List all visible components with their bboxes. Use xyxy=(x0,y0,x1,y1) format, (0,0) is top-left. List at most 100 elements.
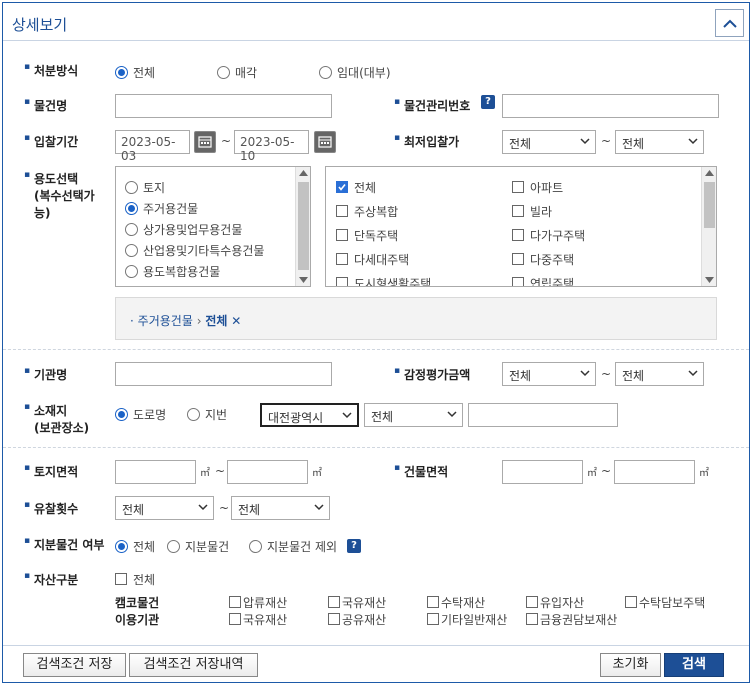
building-area-to-input[interactable] xyxy=(614,460,695,484)
asset-checkbox[interactable] xyxy=(427,596,439,608)
category-radio-commercial[interactable] xyxy=(125,223,138,236)
asset-checkbox[interactable] xyxy=(526,613,538,625)
scrollbar[interactable] xyxy=(701,167,716,286)
subtype-checkbox[interactable] xyxy=(336,253,348,265)
bid-end-date-input[interactable]: 2023-05-10 xyxy=(234,130,309,163)
land-area-label: 토지면적 xyxy=(24,463,78,480)
subtype-checkbox[interactable] xyxy=(512,253,524,265)
chevron-up-icon xyxy=(722,19,737,28)
subtype-checkbox[interactable] xyxy=(512,205,524,217)
min-bid-from-select[interactable]: 전체 xyxy=(502,130,596,154)
subtype-checkbox[interactable] xyxy=(336,229,348,241)
subtype-label: 도시형생활주택 xyxy=(354,277,432,287)
selected-usage-area: · 주거용건물 › 전체 ✕ xyxy=(115,297,717,340)
range-tilde: ~ xyxy=(601,367,612,381)
disposal-option-sale: 매각 xyxy=(235,66,258,80)
district-select[interactable]: 전체 xyxy=(364,403,463,427)
city-select[interactable]: 대전광역시 xyxy=(260,403,359,427)
selected-usage-tag[interactable]: · 주거용건물 › 전체 ✕ xyxy=(130,312,241,329)
asset-checkbox[interactable] xyxy=(328,613,340,625)
subtype-label: 아파트 xyxy=(530,181,564,195)
section-divider xyxy=(3,349,749,350)
scroll-up-arrow-icon[interactable] xyxy=(299,170,308,176)
save-history-button[interactable]: 검색조건 저장내역 xyxy=(129,653,258,677)
collapse-button[interactable] xyxy=(715,9,744,37)
building-area-label: 건물면적 xyxy=(394,463,448,480)
location-detail-input[interactable] xyxy=(468,403,618,427)
asset-option: 기타일반재산 xyxy=(441,613,508,627)
category-radio-residential[interactable] xyxy=(125,202,138,215)
asset-checkbox-all[interactable] xyxy=(115,573,127,585)
min-bid-to-select[interactable]: 전체 xyxy=(615,130,704,154)
disposal-radio-sale[interactable] xyxy=(217,66,230,79)
subtype-checkbox[interactable] xyxy=(336,205,348,217)
asset-checkbox[interactable] xyxy=(526,596,538,608)
item-name-input[interactable] xyxy=(115,94,332,118)
land-area-from-input[interactable] xyxy=(115,460,196,484)
usage-category-list[interactable]: 토지 주거용건물 상가용및업무용건물 산업용및기타특수용건물 용도복합용건물 xyxy=(115,166,311,287)
category-land: 토지 xyxy=(143,181,166,195)
appraisal-to-select[interactable]: 전체 xyxy=(615,362,704,386)
subtype-checkbox[interactable] xyxy=(336,277,348,286)
scroll-up-arrow-icon[interactable] xyxy=(705,170,714,176)
chevron-down-icon xyxy=(580,138,590,145)
asset-option: 수탁재산 xyxy=(441,596,486,610)
appraisal-from-select[interactable]: 전체 xyxy=(502,362,596,386)
share-radio-exclude[interactable] xyxy=(249,540,262,553)
location-radio-road[interactable] xyxy=(115,408,128,421)
check-icon xyxy=(338,184,346,191)
scrollbar[interactable] xyxy=(295,167,310,286)
building-area-from-input[interactable] xyxy=(502,460,583,484)
scroll-down-arrow-icon[interactable] xyxy=(705,277,714,283)
location-option-lot: 지번 xyxy=(205,408,228,422)
close-icon[interactable]: ✕ xyxy=(231,314,241,328)
agency-input[interactable] xyxy=(115,362,332,386)
item-number-input[interactable] xyxy=(502,94,719,118)
usage-subtype-list[interactable]: 전체 주상복합 단독주택 다세대주택 도시형생활주택 아파트 빌라 다가구주택 … xyxy=(325,166,717,287)
select-value: 전체 xyxy=(622,137,645,151)
search-button[interactable]: 검색 xyxy=(664,653,724,677)
fail-count-to-select[interactable]: 전체 xyxy=(231,496,330,520)
help-icon[interactable]: ? xyxy=(347,539,361,553)
subtype-label: 단독주택 xyxy=(354,229,399,243)
subtype-checkbox-all[interactable] xyxy=(336,181,348,193)
category-radio-industrial[interactable] xyxy=(125,244,138,257)
chevron-down-icon xyxy=(314,504,324,511)
breadcrumb-arrow: › xyxy=(196,314,202,328)
asset-checkbox[interactable] xyxy=(328,596,340,608)
chevron-down-icon xyxy=(198,504,208,511)
asset-checkbox[interactable] xyxy=(625,596,637,608)
disposal-radio-lease[interactable] xyxy=(319,66,332,79)
subtype-checkbox[interactable] xyxy=(512,277,524,286)
bid-start-date-input[interactable]: 2023-05-03 xyxy=(115,130,190,163)
category-radio-land[interactable] xyxy=(125,181,138,194)
reset-button[interactable]: 초기화 xyxy=(600,653,661,677)
share-radio-share[interactable] xyxy=(167,540,180,553)
scrollbar-thumb[interactable] xyxy=(704,182,715,228)
fail-count-from-select[interactable]: 전체 xyxy=(115,496,214,520)
save-condition-button[interactable]: 검색조건 저장 xyxy=(23,653,126,677)
asset-option: 공유재산 xyxy=(342,613,387,627)
location-radio-lot[interactable] xyxy=(187,408,200,421)
subtype-label: 주상복합 xyxy=(354,205,399,219)
asset-checkbox[interactable] xyxy=(229,596,241,608)
scroll-down-arrow-icon[interactable] xyxy=(299,277,308,283)
select-value: 전체 xyxy=(622,369,645,383)
calendar-icon[interactable] xyxy=(194,131,216,153)
category-radio-mixed[interactable] xyxy=(125,265,138,278)
asset-checkbox[interactable] xyxy=(427,613,439,625)
disposal-radio-all[interactable] xyxy=(115,66,128,79)
bid-period-label: 입찰기간 xyxy=(24,133,78,150)
usage-label: 용도선택 xyxy=(24,170,78,187)
share-radio-all[interactable] xyxy=(115,540,128,553)
subtype-checkbox[interactable] xyxy=(512,229,524,241)
subtype-checkbox[interactable] xyxy=(512,181,524,193)
calendar-icon[interactable] xyxy=(314,131,336,153)
subtype-label: 다중주택 xyxy=(530,253,575,267)
scrollbar-thumb[interactable] xyxy=(298,182,309,270)
asset-checkbox[interactable] xyxy=(229,613,241,625)
panel-header: 상세보기 xyxy=(3,3,749,41)
help-icon[interactable]: ? xyxy=(481,95,495,109)
unit-sqm: ㎡ xyxy=(587,468,597,479)
land-area-to-input[interactable] xyxy=(227,460,308,484)
